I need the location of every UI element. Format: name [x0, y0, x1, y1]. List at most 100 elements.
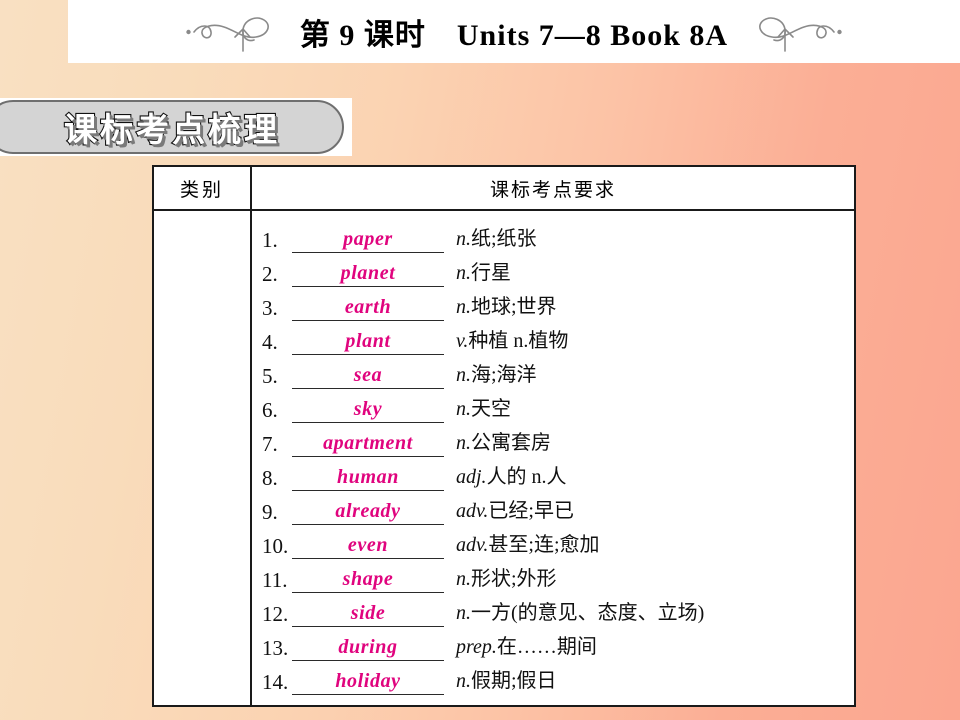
page-title: 第 9 课时 Units 7—8 Book 8A: [299, 18, 729, 52]
answer-blank[interactable]: side: [292, 602, 444, 627]
part-of-speech: adj.: [456, 466, 487, 488]
answer-blank[interactable]: even: [292, 534, 444, 559]
answer-word: sea: [353, 364, 383, 386]
answer-word: side: [350, 602, 386, 624]
table-row: 8. human adj.人的 n.人: [252, 457, 854, 491]
answer-blank[interactable]: paper: [292, 228, 444, 253]
entry-definition: v.种植 n.植物: [444, 324, 854, 355]
answer-word: during: [338, 636, 398, 658]
part-of-speech: n.: [456, 568, 471, 590]
table-row: 3. earth n.地球;世界: [252, 287, 854, 321]
entry-definition: adv.甚至;连;愈加: [444, 528, 854, 559]
answer-word: holiday: [335, 670, 401, 692]
entry-meaning: 形状;外形: [471, 568, 557, 590]
entry-number: 10.: [262, 534, 289, 558]
entry-definition: n.公寓套房: [444, 426, 854, 457]
part-of-speech: n.: [456, 602, 471, 624]
part-of-speech: v.: [456, 330, 469, 352]
entry-definition: n.假期;假日: [444, 664, 854, 695]
table-row: 4. plant v.种植 n.植物: [252, 321, 854, 355]
entry-definition: n.纸;纸张: [444, 222, 854, 253]
column-header-requirements: 课标考点要求: [489, 178, 616, 201]
entry-definition: n.地球;世界: [444, 290, 854, 321]
answer-blank[interactable]: shape: [292, 568, 444, 593]
table-row: 10. even adv.甚至;连;愈加: [252, 525, 854, 559]
answer-word: paper: [343, 228, 393, 250]
answer-blank[interactable]: sea: [292, 364, 444, 389]
entry-meaning: 种植 n.植物: [468, 330, 569, 352]
entry-number: 3.: [262, 296, 278, 320]
answer-word: planet: [340, 262, 396, 284]
entry-meaning: 公寓套房: [471, 432, 551, 454]
entry-meaning: 海;海洋: [471, 364, 537, 386]
part-of-speech: adv.: [456, 534, 489, 556]
vocabulary-table: 类别 课标考点要求 1. paper n.纸;纸张 2. planet n.行星…: [152, 165, 856, 707]
swirl-arrow-flourish-icon: [186, 11, 282, 53]
entry-number: 14.: [262, 670, 289, 694]
part-of-speech: adv.: [456, 500, 489, 522]
answer-blank[interactable]: during: [292, 636, 444, 661]
entry-number: 8.: [262, 466, 278, 490]
table-row: 11. shape n.形状;外形: [252, 559, 854, 593]
entry-meaning: 假期;假日: [471, 670, 557, 692]
answer-blank[interactable]: earth: [292, 296, 444, 321]
vocabulary-entry-list: 1. paper n.纸;纸张 2. planet n.行星 3. earth …: [252, 211, 854, 705]
answer-word: shape: [342, 568, 394, 590]
table-row: 2. planet n.行星: [252, 253, 854, 287]
table-row: 9. already adv.已经;早已: [252, 491, 854, 525]
entry-definition: n.海;海洋: [444, 358, 854, 389]
table-row: 1. paper n.纸;纸张: [252, 219, 854, 253]
answer-blank[interactable]: already: [292, 500, 444, 525]
entry-definition: adj.人的 n.人: [444, 460, 854, 491]
entry-meaning: 地球;世界: [471, 296, 557, 318]
entry-definition: n.行星: [444, 256, 854, 287]
table-header-row: 类别 课标考点要求: [154, 167, 854, 211]
answer-blank[interactable]: apartment: [292, 432, 444, 457]
entry-number: 7.: [262, 432, 278, 456]
entry-number: 2.: [262, 262, 278, 286]
entry-meaning: 人的 n.人: [486, 466, 567, 488]
entry-number: 11.: [262, 568, 288, 592]
entry-definition: n.形状;外形: [444, 562, 854, 593]
entry-number: 13.: [262, 636, 289, 660]
entry-number: 9.: [262, 500, 278, 524]
entry-definition: prep.在……期间: [444, 630, 854, 661]
answer-word: even: [347, 534, 389, 556]
answer-blank[interactable]: human: [292, 466, 444, 491]
part-of-speech: prep.: [456, 636, 497, 658]
answer-blank[interactable]: holiday: [292, 670, 444, 695]
entry-number: 12.: [262, 602, 289, 626]
part-of-speech: n.: [456, 364, 471, 386]
table-row: 14. holiday n.假期;假日: [252, 661, 854, 695]
part-of-speech: n.: [456, 228, 471, 250]
category-cell: [154, 211, 252, 705]
part-of-speech: n.: [456, 670, 471, 692]
entry-definition: n.天空: [444, 392, 854, 423]
answer-word: sky: [353, 398, 383, 420]
entry-meaning: 甚至;连;愈加: [488, 534, 600, 556]
answer-word: earth: [344, 296, 392, 318]
entry-number: 5.: [262, 364, 278, 388]
entry-meaning: 已经;早已: [488, 500, 574, 522]
entry-number: 6.: [262, 398, 278, 422]
table-row: 12. side n.一方(的意见、态度、立场): [252, 593, 854, 627]
answer-blank[interactable]: planet: [292, 262, 444, 287]
table-body: 1. paper n.纸;纸张 2. planet n.行星 3. earth …: [154, 211, 854, 705]
entry-meaning: 一方(的意见、态度、立场): [471, 602, 705, 624]
entry-meaning: 纸;纸张: [471, 228, 537, 250]
table-row: 7. apartment n.公寓套房: [252, 423, 854, 457]
answer-word: apartment: [323, 432, 413, 454]
entry-meaning: 行星: [471, 262, 511, 284]
answer-blank[interactable]: sky: [292, 398, 444, 423]
entry-definition: n.一方(的意见、态度、立场): [444, 596, 854, 627]
table-row: 13. during prep.在……期间: [252, 627, 854, 661]
answer-blank[interactable]: plant: [292, 330, 444, 355]
entry-number: 1.: [262, 228, 278, 252]
part-of-speech: n.: [456, 398, 471, 420]
entry-meaning: 天空: [471, 398, 511, 420]
answer-word: plant: [345, 330, 391, 352]
table-row: 6. sky n.天空: [252, 389, 854, 423]
section-badge-label: 课标考点梳理: [63, 109, 280, 150]
answer-word: already: [335, 500, 401, 522]
part-of-speech: n.: [456, 262, 471, 284]
